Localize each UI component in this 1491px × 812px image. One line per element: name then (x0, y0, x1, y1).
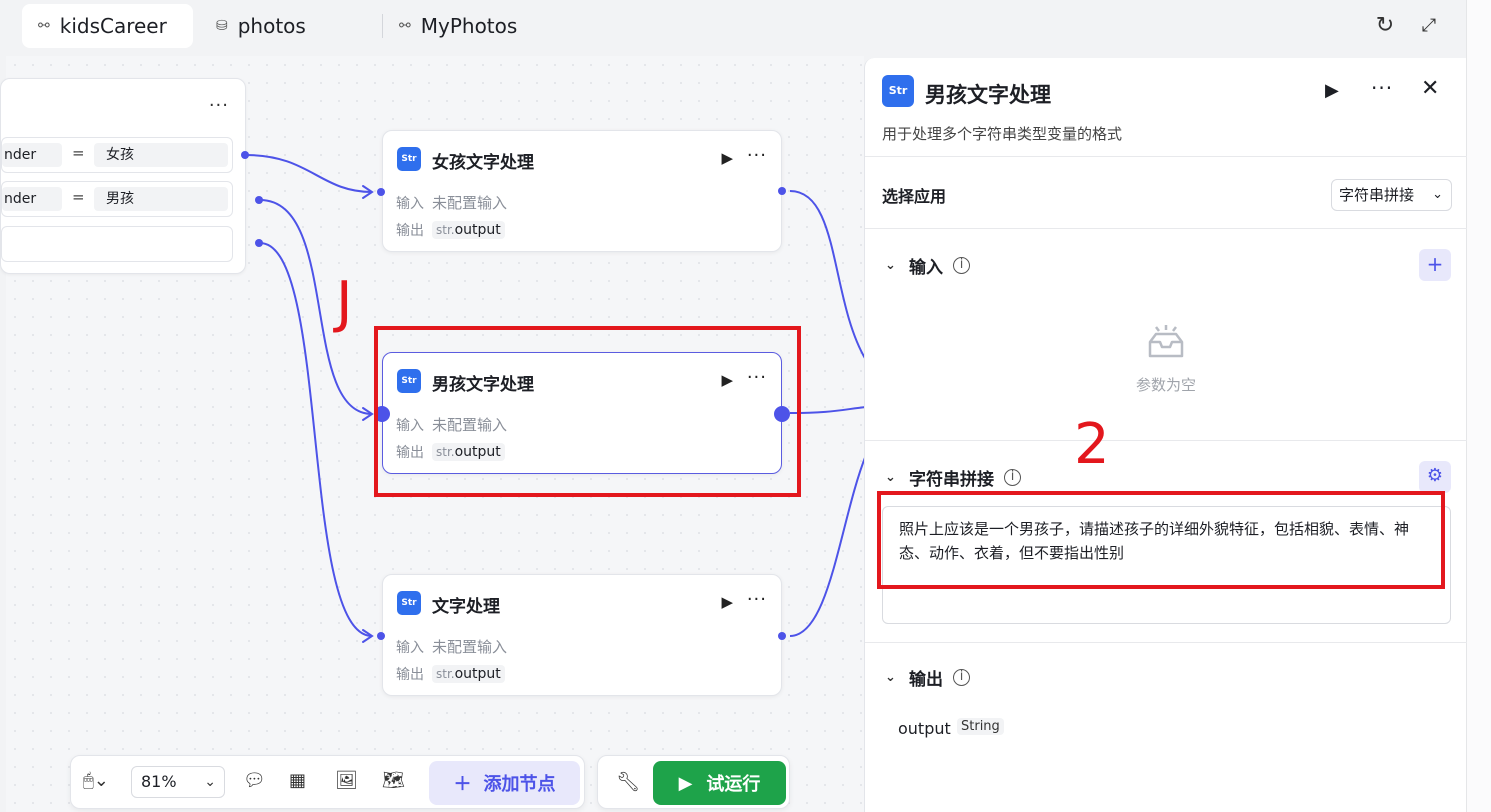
canvas-toolbar: 🖱︎⌄ 81% ⌄ 💬︎ ▦ 🖼︎ 🗺︎ ＋ 添加节点 (70, 755, 585, 809)
top-tab-bar: ⚯ kidsCareer ⛁ photos ⚯ MyPhotos ↻ ⤢ (0, 0, 1466, 56)
node-title: 文字处理 (432, 597, 500, 617)
condition-variable: nder (2, 187, 62, 211)
node-girl-text-processing[interactable]: Str 女孩文字处理 ▶ ··· 输入 未配置输入 输出 str.output (382, 130, 782, 252)
layout-icon[interactable]: ▦ (289, 770, 306, 791)
add-node-button[interactable]: ＋ 添加节点 (429, 761, 580, 805)
node-text-processing[interactable]: Str 文字处理 ▶ ··· 输入 未配置输入 输出 str.output (382, 574, 782, 696)
node-output-row: 输出 str.output (396, 664, 505, 684)
condition-row[interactable]: nder = 女孩 (1, 137, 233, 173)
output-chip: str.output (432, 665, 505, 683)
panel-title: 男孩文字处理 (925, 83, 1051, 107)
condition-operator: = (72, 144, 85, 162)
info-icon[interactable]: i (1004, 469, 1021, 486)
node-output-row: 输出 str.output (396, 220, 505, 240)
close-icon[interactable]: ✕ (1421, 76, 1439, 101)
select-app-label: 选择应用 (882, 187, 947, 206)
divider (865, 642, 1467, 643)
info-icon[interactable]: i (953, 257, 970, 274)
tab-myphotos[interactable]: ⚯ MyPhotos (383, 4, 533, 48)
output-type-badge: String (957, 718, 1004, 735)
empty-inbox-icon (1148, 325, 1184, 358)
string-icon: Str (397, 147, 421, 171)
expand-icon[interactable]: ⤢ (1415, 12, 1443, 40)
test-run-button[interactable]: ▶ 试运行 (653, 761, 786, 805)
database-icon: ⛁ (216, 18, 228, 34)
condition-variable: nder (2, 143, 62, 167)
play-icon[interactable]: ▶ (721, 149, 733, 167)
node-title: 女孩文字处理 (432, 153, 534, 173)
condition-value[interactable]: 男孩 (94, 187, 228, 211)
more-icon[interactable]: ··· (747, 145, 767, 166)
node-input-row: 输入 未配置输入 (396, 194, 508, 212)
zoom-select[interactable]: 81% ⌄ (131, 766, 225, 798)
input-section-header[interactable]: ⌄ 输入 i (885, 253, 970, 278)
condition-node[interactable]: ··· nder = 女孩 nder = 男孩 (0, 78, 246, 274)
annotation-box (374, 326, 801, 497)
condition-row-else[interactable] (1, 226, 233, 262)
tab-photos[interactable]: ⛁ photos (200, 4, 322, 48)
divider (865, 156, 1467, 157)
concat-section-header[interactable]: ⌄ 字符串拼接 i (885, 465, 1021, 490)
more-icon[interactable]: ··· (1371, 76, 1393, 100)
divider (865, 440, 1467, 441)
tab-label: MyPhotos (420, 14, 518, 38)
annotation-mark-1: J (336, 270, 353, 335)
comment-icon[interactable]: 💬︎ (243, 770, 266, 791)
wrench-icon[interactable]: 🔧︎ (616, 770, 640, 793)
add-parameter-button[interactable]: + (1419, 249, 1451, 281)
output-port[interactable] (255, 239, 263, 247)
input-port[interactable] (377, 188, 385, 196)
window-edge (1466, 0, 1491, 812)
more-icon[interactable]: ··· (209, 95, 229, 116)
info-icon[interactable]: i (953, 669, 970, 686)
string-icon: Str (397, 591, 421, 615)
play-icon[interactable]: ▶ (1325, 80, 1339, 101)
tab-kidscareer[interactable]: ⚯ kidsCareer (22, 4, 193, 48)
mouse-icon[interactable]: 🖱︎⌄ (83, 770, 109, 791)
tab-label: kidsCareer (59, 14, 167, 38)
annotation-mark-2: 2 (1074, 412, 1110, 477)
node-config-panel: Str 男孩文字处理 ▶ ··· ✕ 用于处理多个字符串类型变量的格式 选择应用… (864, 58, 1467, 812)
settings-gear-button[interactable]: ⚙ (1419, 461, 1451, 493)
output-port[interactable] (241, 151, 249, 159)
image-icon[interactable]: 🖼︎ (335, 770, 358, 791)
output-chip: str.output (432, 221, 505, 239)
string-icon: Str (882, 75, 914, 107)
empty-params-text: 参数为空 (1135, 376, 1196, 394)
chevron-down-icon: ⌄ (1432, 187, 1443, 202)
workflow-icon: ⚯ (38, 18, 50, 34)
divider (865, 228, 1467, 229)
output-port[interactable] (778, 187, 786, 195)
output-port[interactable] (778, 632, 786, 640)
app-select[interactable]: 字符串拼接 ⌄ (1331, 179, 1452, 211)
chevron-down-icon: ⌄ (885, 670, 896, 685)
play-icon: ▶ (678, 772, 693, 794)
plus-icon: ＋ (453, 774, 472, 795)
output-section-header[interactable]: ⌄ 输出 i (885, 665, 970, 690)
chevron-down-icon: ⌄ (885, 470, 896, 485)
tab-label: photos (237, 14, 306, 38)
minimap-icon[interactable]: 🗺︎ (382, 770, 405, 791)
annotation-box (877, 491, 1445, 589)
condition-operator: = (72, 188, 85, 206)
run-toolbar: 🔧︎ ▶ 试运行 (597, 755, 790, 809)
panel-description: 用于处理多个字符串类型变量的格式 (882, 125, 1123, 143)
play-icon[interactable]: ▶ (721, 593, 733, 611)
output-port[interactable] (255, 196, 263, 204)
condition-value[interactable]: 女孩 (94, 143, 228, 167)
chevron-down-icon: ⌄ (204, 774, 216, 790)
workflow-icon: ⚯ (399, 18, 411, 34)
refresh-icon[interactable]: ↻ (1371, 12, 1399, 40)
more-icon[interactable]: ··· (747, 589, 767, 610)
input-port[interactable] (377, 632, 385, 640)
chevron-down-icon: ⌄ (885, 258, 896, 273)
node-input-row: 输入 未配置输入 (396, 638, 508, 656)
output-variable-name: output (898, 719, 951, 738)
condition-row[interactable]: nder = 男孩 (1, 181, 233, 217)
